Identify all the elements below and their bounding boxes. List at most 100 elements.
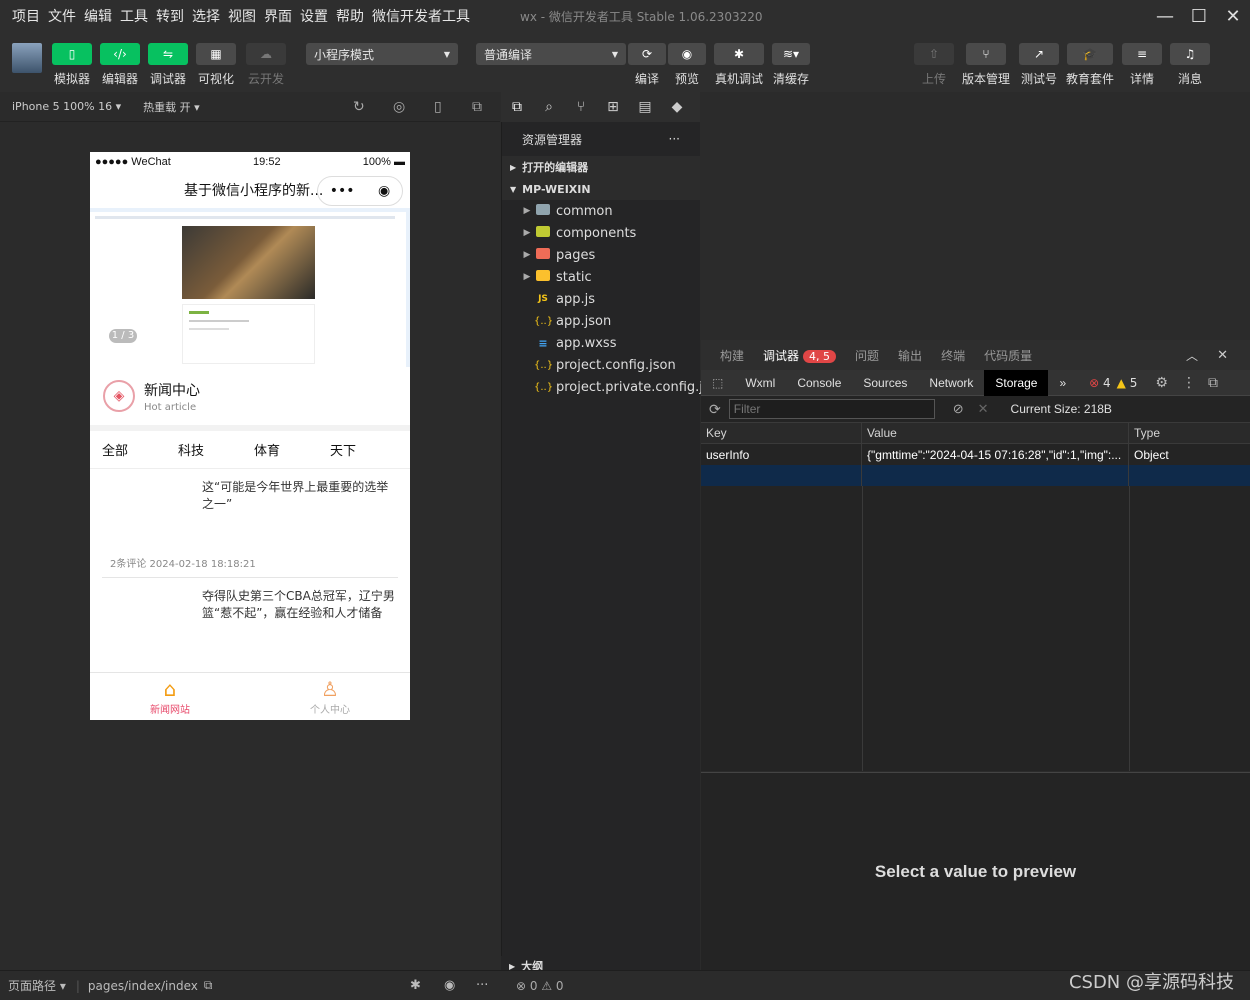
kebab-icon[interactable]: ⋮ (1182, 375, 1196, 391)
target-icon[interactable]: ◉ (378, 183, 390, 199)
tab-sports[interactable]: 体育 (242, 440, 318, 459)
tab-debugger[interactable]: 调试器 4, 5 (763, 347, 837, 364)
more-dots-icon[interactable]: ··· (476, 978, 488, 993)
tab-news-site[interactable]: ⌂ 新闻网站 (90, 673, 250, 720)
inspect-icon[interactable]: ⬚ (701, 370, 734, 396)
phone-icon[interactable]: ▯ (434, 99, 442, 115)
tab-wxml[interactable]: Wxml (734, 370, 786, 396)
tab-console[interactable]: Console (786, 370, 852, 396)
menu-item[interactable]: 编辑 (80, 6, 116, 26)
file-item[interactable]: ≡ app.wxss (502, 332, 700, 354)
menu-item[interactable]: 帮助 (332, 6, 368, 26)
column-type[interactable]: Type (1129, 423, 1250, 443)
file-item[interactable]: JS app.js (502, 288, 700, 310)
test-account-button[interactable]: ↗ 测试号 (1019, 43, 1059, 87)
banner-swiper[interactable]: 1 / 3 (90, 208, 410, 367)
project-section[interactable]: ▼ MP-WEIXIN (502, 178, 700, 200)
warning-count[interactable]: ▲ 5 (1117, 376, 1138, 390)
folder-item[interactable]: ▶ common (502, 200, 700, 222)
error-count[interactable]: ⊗ 4 (1089, 376, 1111, 390)
files-icon[interactable]: ⧉ (501, 99, 533, 115)
file-item[interactable]: {..} project.private.config.js... (502, 376, 722, 398)
docker-icon[interactable]: ◆ (661, 99, 693, 115)
rotate-icon[interactable]: ↻ (353, 99, 365, 115)
dock-icon[interactable]: ⧉ (1208, 375, 1218, 391)
compile-button[interactable]: ⟳ 编译 (628, 43, 666, 87)
more-dots-icon[interactable]: ••• (330, 183, 355, 199)
capsule-menu[interactable]: ••• ◉ (317, 176, 403, 206)
hot-reload-toggle[interactable]: 热重载 开 ▾ (143, 99, 200, 115)
device-select[interactable]: iPhone 5 100% 16 ▾ (12, 100, 121, 113)
menu-item[interactable]: 选择 (188, 6, 224, 26)
minimize-icon[interactable]: — (1148, 0, 1182, 32)
maximize-icon[interactable]: ☐ (1182, 0, 1216, 32)
list-item[interactable]: 夺得队史第三个CBA总冠军，辽宁男篮“惹不起”，赢在经验和人才储备 (102, 578, 398, 687)
block-icon[interactable]: ⊘ (953, 401, 964, 417)
menu-item[interactable]: 文件 (44, 6, 80, 26)
tab-sources[interactable]: Sources (852, 370, 918, 396)
menu-item[interactable]: 微信开发者工具 (368, 6, 474, 26)
bug-icon[interactable]: ✱ (410, 978, 421, 993)
menu-item[interactable]: 视图 (224, 6, 260, 26)
details-button[interactable]: ≡ 详情 (1122, 43, 1162, 87)
tab-profile[interactable]: ♙ 个人中心 (250, 673, 410, 720)
more-tabs-icon[interactable]: » (1048, 370, 1077, 396)
close-icon[interactable]: ✕ (1217, 348, 1228, 363)
tab-code-quality[interactable]: 代码质量 (984, 347, 1032, 364)
save-icon[interactable]: ▤ (629, 99, 661, 115)
folder-item[interactable]: ▶ static (502, 266, 700, 288)
remote-debug-button[interactable]: ✱ 真机调试 (714, 43, 764, 87)
column-value[interactable]: Value (862, 423, 1129, 443)
search-icon[interactable]: ⌕ (533, 99, 565, 115)
menu-item[interactable]: 项目 (8, 6, 44, 26)
messages-button[interactable]: ♫ 消息 (1170, 43, 1210, 87)
git-icon[interactable]: ⑂ (565, 99, 597, 115)
clear-icon[interactable]: ✕ (978, 401, 989, 417)
tab-tech[interactable]: 科技 (166, 440, 242, 459)
editor-button[interactable]: ‹/› 编辑器 (100, 43, 140, 87)
upload-button[interactable]: ⇧ 上传 (914, 43, 954, 87)
gear-icon[interactable]: ⚙ (1155, 375, 1168, 391)
chevron-up-icon[interactable]: ︿ (1186, 347, 1198, 364)
eye-icon[interactable]: ◉ (444, 978, 455, 993)
edu-button[interactable]: 🎓 教育套件 (1066, 43, 1114, 87)
avatar[interactable] (12, 43, 42, 73)
more-icon[interactable]: ··· (669, 132, 680, 146)
close-icon[interactable]: ✕ (1216, 0, 1250, 32)
table-row-empty[interactable] (701, 465, 1250, 486)
mode-select[interactable]: 小程序模式 ▼ (306, 43, 458, 65)
debugger-button[interactable]: ⇋ 调试器 (148, 43, 188, 87)
list-item[interactable]: 这“可能是今年世界上最重要的选举之一” 2条评论 2024-02-18 18:1… (102, 469, 398, 578)
tab-terminal[interactable]: 终端 (941, 347, 965, 364)
visual-button[interactable]: ▦ 可视化 (196, 43, 236, 87)
menu-item[interactable]: 工具 (116, 6, 152, 26)
page-path-select[interactable]: 页面路径 ▾ (8, 977, 66, 994)
open-editors-section[interactable]: ▶ 打开的编辑器 (502, 156, 700, 178)
cloud-button[interactable]: ☁ 云开发 (246, 43, 286, 87)
extensions-icon[interactable]: ⊞ (597, 99, 629, 115)
filter-input[interactable] (728, 399, 935, 419)
tab-output[interactable]: 输出 (898, 347, 922, 364)
stop-icon[interactable]: ◎ (393, 99, 405, 115)
menu-item[interactable]: 界面 (260, 6, 296, 26)
problems-indicator[interactable]: ⊗ 0 ⚠ 0 (516, 979, 564, 993)
menu-item[interactable]: 转到 (152, 6, 188, 26)
column-key[interactable]: Key (701, 423, 862, 443)
tab-problems[interactable]: 问题 (855, 347, 879, 364)
tab-storage[interactable]: Storage (984, 369, 1049, 396)
preview-button[interactable]: ◉ 预览 (668, 43, 706, 87)
tab-world[interactable]: 天下 (318, 440, 394, 459)
folder-item[interactable]: ▶ pages (502, 244, 700, 266)
tab-network[interactable]: Network (918, 370, 984, 396)
version-button[interactable]: ⑂ 版本管理 (962, 43, 1010, 87)
folder-item[interactable]: ▶ components (502, 222, 700, 244)
tab-build[interactable]: 构建 (720, 347, 744, 364)
file-item[interactable]: {..} project.config.json (502, 354, 700, 376)
clear-cache-button[interactable]: ≋▾ 清缓存 (772, 43, 810, 87)
copy-icon[interactable]: ⧉ (204, 978, 213, 993)
table-row[interactable]: userInfo {"gmttime":"2024-04-15 07:16:28… (701, 444, 1250, 465)
file-item[interactable]: {..} app.json (502, 310, 700, 332)
popout-icon[interactable]: ⧉ (472, 99, 482, 115)
menu-item[interactable]: 设置 (296, 6, 332, 26)
refresh-icon[interactable]: ⟳ (709, 401, 721, 418)
